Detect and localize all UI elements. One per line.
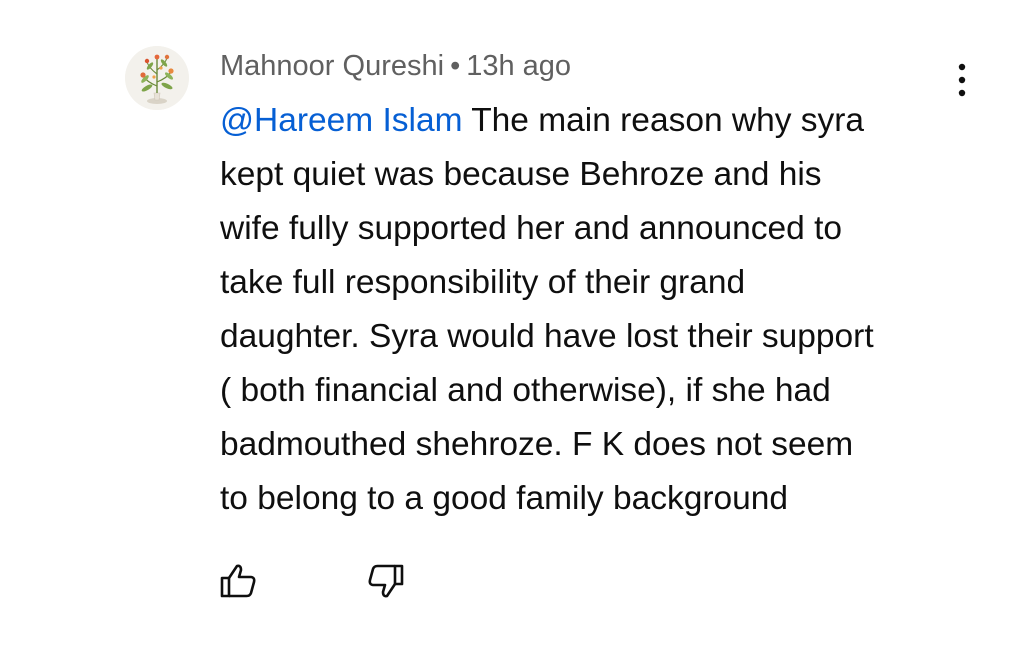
comment-body: @Hareem Islam The main reason why syra k… (220, 94, 960, 526)
comment-actions (210, 555, 414, 607)
author-name[interactable]: Mahnoor Qureshi (220, 50, 444, 83)
thumb-up-icon (220, 564, 256, 598)
comment-card: Mahnoor Qureshi • 13h ago @Hareem Islam … (0, 0, 1024, 647)
mention-link[interactable]: @Hareem Islam (220, 102, 463, 139)
comment-text: The main reason why syra kept quiet was … (220, 102, 874, 517)
dislike-button[interactable] (358, 555, 414, 607)
avatar[interactable] (125, 46, 189, 110)
thumb-down-icon (368, 564, 404, 598)
comment-timestamp[interactable]: 13h ago (466, 50, 571, 83)
plant-avatar-icon (125, 46, 189, 110)
comment-header: Mahnoor Qureshi • 13h ago (220, 46, 571, 86)
more-vert-icon (958, 63, 966, 97)
meta-separator: • (450, 49, 461, 82)
like-button[interactable] (210, 555, 266, 607)
